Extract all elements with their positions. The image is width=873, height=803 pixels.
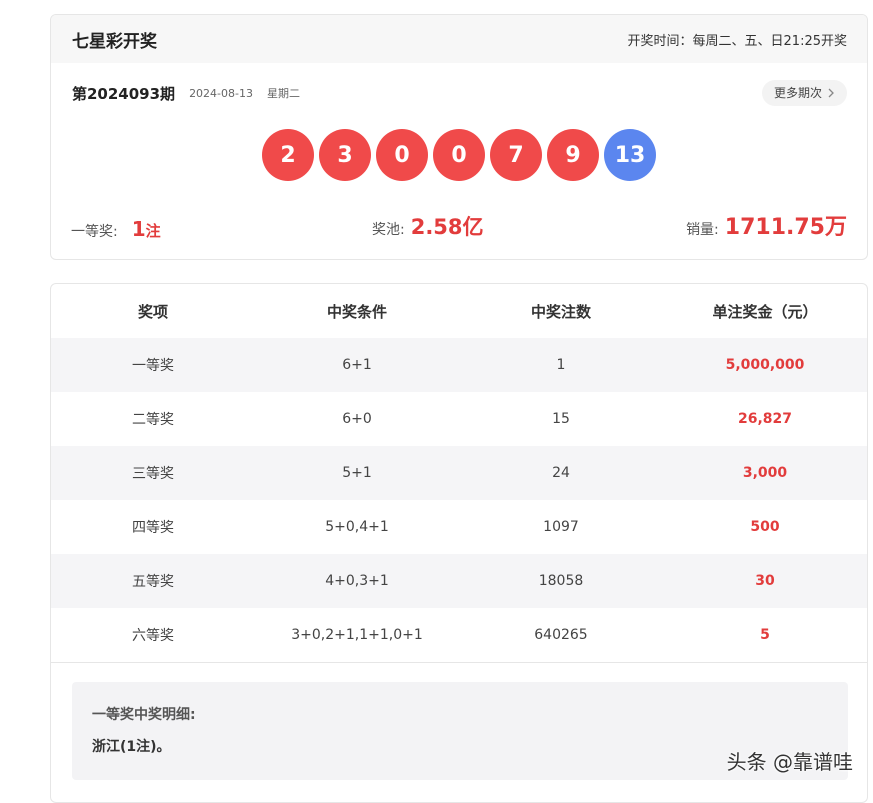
- issue-number: 第2024093期: [72, 84, 176, 103]
- jackpot-value: 2.58亿: [410, 215, 484, 239]
- win-condition: 4+0,3+1: [325, 573, 389, 589]
- lottery-title: 七星彩开奖: [72, 31, 157, 52]
- header-level: 奖项: [137, 302, 168, 321]
- prize-amount: 5: [760, 627, 770, 643]
- prize-level: 五等奖: [132, 574, 174, 590]
- win-condition: 6+0: [342, 411, 372, 427]
- winning-numbers: 2 3 0 0 7 9 13: [51, 129, 867, 181]
- red-ball: 0: [376, 129, 428, 181]
- red-ball: 3: [319, 129, 371, 181]
- win-count: 15: [552, 411, 570, 427]
- card-header: 七星彩开奖 开奖时间：每周二、五、日21:25开奖: [51, 15, 867, 63]
- draw-stats: 一等奖: 1 注 奖池: 2.58亿 销量: 1711.75万: [71, 205, 847, 241]
- table-row: 五等奖 4+0,3+1 18058 30: [51, 554, 867, 608]
- chevron-right-icon: [828, 88, 834, 98]
- prize-amount: 5,000,000: [725, 357, 805, 373]
- header-count: 中奖注数: [530, 302, 591, 321]
- first-prize-count: 1: [131, 217, 146, 241]
- more-issues-button[interactable]: 更多期次: [761, 80, 847, 106]
- table-row: 一等奖 6+1 1 5,000,000: [51, 338, 867, 392]
- table-header: 奖项 中奖条件 中奖注数 单注奖金（元）: [51, 284, 867, 338]
- draw-result-card: 七星彩开奖 开奖时间：每周二、五、日21:25开奖 第2024093期 2024…: [50, 14, 868, 260]
- issue-date: 2024-08-13: [189, 86, 253, 100]
- win-condition: 6+1: [342, 357, 372, 373]
- prize-level: 六等奖: [132, 628, 174, 644]
- jackpot-stat: 奖池: 2.58亿: [372, 211, 484, 241]
- red-ball: 2: [262, 129, 314, 181]
- prize-amount: 500: [750, 519, 780, 535]
- detail-title: 一等奖中奖明细:: [92, 707, 196, 723]
- prize-level: 二等奖: [132, 412, 174, 428]
- table-row: 二等奖 6+0 15 26,827: [51, 392, 867, 446]
- red-ball: 9: [547, 129, 599, 181]
- blue-ball: 13: [604, 129, 656, 181]
- first-prize-stat: 一等奖: 1 注: [71, 217, 161, 241]
- win-condition: 5+0,4+1: [325, 519, 389, 535]
- more-issues-label: 更多期次: [773, 86, 822, 100]
- prize-amount: 26,827: [737, 411, 793, 427]
- red-ball: 0: [433, 129, 485, 181]
- red-ball: 7: [490, 129, 542, 181]
- first-prize-unit: 注: [145, 222, 161, 240]
- win-condition: 3+0,2+1,1+1,0+1: [291, 627, 423, 643]
- table-row: 四等奖 5+0,4+1 1097 500: [51, 500, 867, 554]
- detail-text: 浙江(1注)。: [92, 739, 171, 755]
- win-condition: 5+1: [342, 465, 372, 481]
- win-count: 1097: [543, 519, 579, 535]
- header-prize: 单注奖金（元）: [712, 302, 818, 321]
- table-row: 六等奖 3+0,2+1,1+1,0+1 640265 5: [51, 608, 867, 663]
- sales-stat: 销量: 1711.75万: [686, 209, 847, 241]
- win-count: 1: [556, 357, 566, 373]
- first-prize-label: 一等奖:: [71, 224, 118, 240]
- jackpot-label: 奖池:: [372, 222, 405, 238]
- prize-amount: 30: [755, 573, 775, 589]
- issue-weekday: 星期二: [267, 87, 300, 100]
- draw-time-info: 开奖时间：每周二、五、日21:25开奖: [627, 33, 847, 49]
- table-row: 三等奖 5+1 24 3,000: [51, 446, 867, 500]
- win-count: 640265: [534, 627, 588, 643]
- prize-amount: 3,000: [742, 465, 788, 481]
- win-count: 18058: [538, 573, 584, 589]
- sales-value: 1711.75万: [724, 215, 847, 240]
- header-condition: 中奖条件: [326, 302, 387, 321]
- issue-row: 第2024093期 2024-08-13 星期二 更多期次: [72, 78, 847, 108]
- prize-level: 三等奖: [132, 466, 174, 482]
- win-count: 24: [552, 465, 570, 481]
- sales-label: 销量:: [686, 222, 719, 238]
- prize-level: 一等奖: [132, 358, 174, 374]
- watermark: 头条 @靠谱哇: [726, 750, 853, 774]
- prize-level: 四等奖: [132, 520, 174, 536]
- prize-table: 奖项 中奖条件 中奖注数 单注奖金（元） 一等奖 6+1 1 5,000,000…: [50, 283, 868, 803]
